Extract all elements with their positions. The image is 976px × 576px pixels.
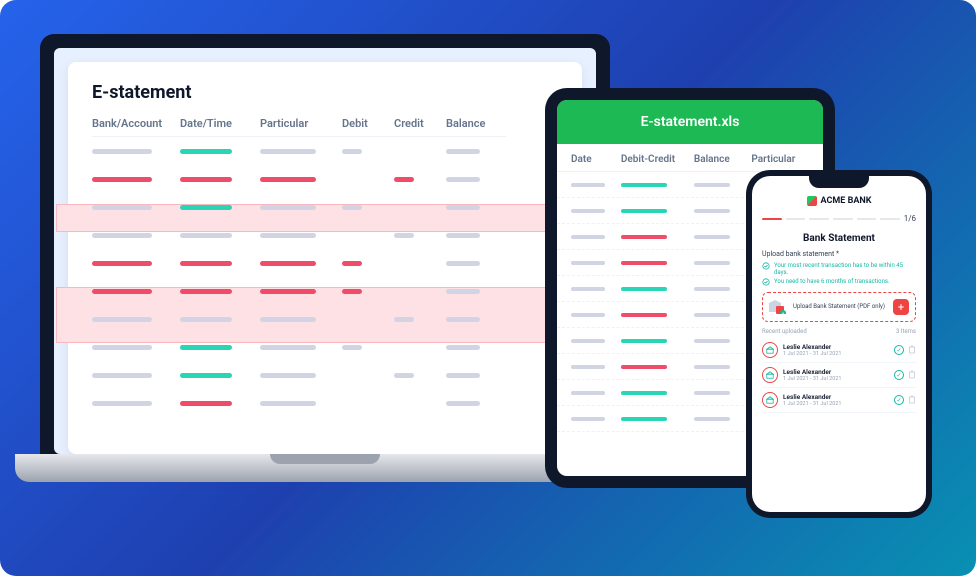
check-icon (762, 278, 770, 286)
table-row (92, 249, 558, 277)
laptop-device: E-statement Bank/Account Date/Time Parti… (40, 34, 610, 482)
bank-icon (762, 342, 778, 358)
col-debit-credit: Debit-Credit (621, 154, 694, 165)
upload-label: Upload bank statement * (762, 250, 916, 258)
table-header: Bank/Account Date/Time Particular Debit … (92, 117, 558, 137)
bank-document-icon: + (769, 300, 787, 314)
col-debit: Debit (342, 117, 394, 137)
file-name: Leslie Alexander (783, 368, 889, 376)
phone-device: ACME BANK 1/6 Bank Statement Upload bank… (746, 170, 932, 518)
tip-item: Your most recent transaction has to be w… (762, 262, 916, 276)
tip-item: You need to have 6 months of transaction… (762, 278, 916, 286)
bank-logo-icon (807, 196, 817, 206)
table-row (92, 305, 558, 333)
upload-add-button[interactable]: + (893, 299, 909, 315)
file-date: 1 Jul 2021 - 31 Jul 2021 (783, 401, 889, 407)
col-date: Date/Time (180, 117, 260, 137)
col-particular: Particular (260, 117, 342, 137)
progress-step: 1/6 (904, 214, 916, 223)
recent-count: 3 Items (896, 328, 916, 335)
col-particular: Particular (751, 154, 809, 165)
svg-text:+: + (782, 311, 785, 314)
check-icon (762, 262, 770, 270)
spreadsheet-title: E-statement.xls (557, 100, 823, 144)
delete-icon[interactable] (908, 370, 916, 379)
bank-icon (762, 392, 778, 408)
file-date: 1 Jul 2021 - 31 Jul 2021 (783, 376, 889, 382)
table-row (92, 361, 558, 389)
upload-dropzone[interactable]: + Upload Bank Statement (PDF only) + (762, 292, 916, 322)
col-credit: Credit (394, 117, 446, 137)
verified-icon: ✓ (894, 370, 904, 380)
table-row (92, 333, 558, 361)
table-row (92, 389, 558, 417)
verified-icon: ✓ (894, 345, 904, 355)
table-row (92, 193, 558, 221)
col-date: Date (571, 154, 621, 165)
table-row (92, 221, 558, 249)
bank-name: ACME BANK (821, 196, 872, 206)
table-row (92, 137, 558, 165)
table-row (92, 277, 558, 305)
uploaded-file-item[interactable]: Leslie Alexander1 Jul 2021 - 31 Jul 2021… (762, 388, 916, 413)
col-balance: Balance (694, 154, 752, 165)
delete-icon[interactable] (908, 345, 916, 354)
bank-icon (762, 367, 778, 383)
page-title: Bank Statement (762, 233, 916, 244)
col-bank: Bank/Account (92, 117, 180, 137)
upload-text: Upload Bank Statement (PDF only) (793, 303, 887, 310)
uploaded-file-item[interactable]: Leslie Alexander1 Jul 2021 - 31 Jul 2021… (762, 338, 916, 363)
uploaded-file-item[interactable]: Leslie Alexander1 Jul 2021 - 31 Jul 2021… (762, 363, 916, 388)
spreadsheet-header: Date Debit-Credit Balance Particular (557, 144, 823, 172)
file-date: 1 Jul 2021 - 31 Jul 2021 (783, 351, 889, 357)
table-row (92, 165, 558, 193)
delete-icon[interactable] (908, 395, 916, 404)
recent-label: Recent uploaded (762, 328, 807, 335)
statement-document: E-statement Bank/Account Date/Time Parti… (68, 62, 582, 454)
verified-icon: ✓ (894, 395, 904, 405)
bank-brand: ACME BANK (762, 196, 916, 206)
document-title: E-statement (92, 82, 558, 103)
progress-bar: 1/6 (762, 214, 916, 223)
file-name: Leslie Alexander (783, 393, 889, 401)
col-balance: Balance (446, 117, 506, 137)
file-name: Leslie Alexander (783, 343, 889, 351)
